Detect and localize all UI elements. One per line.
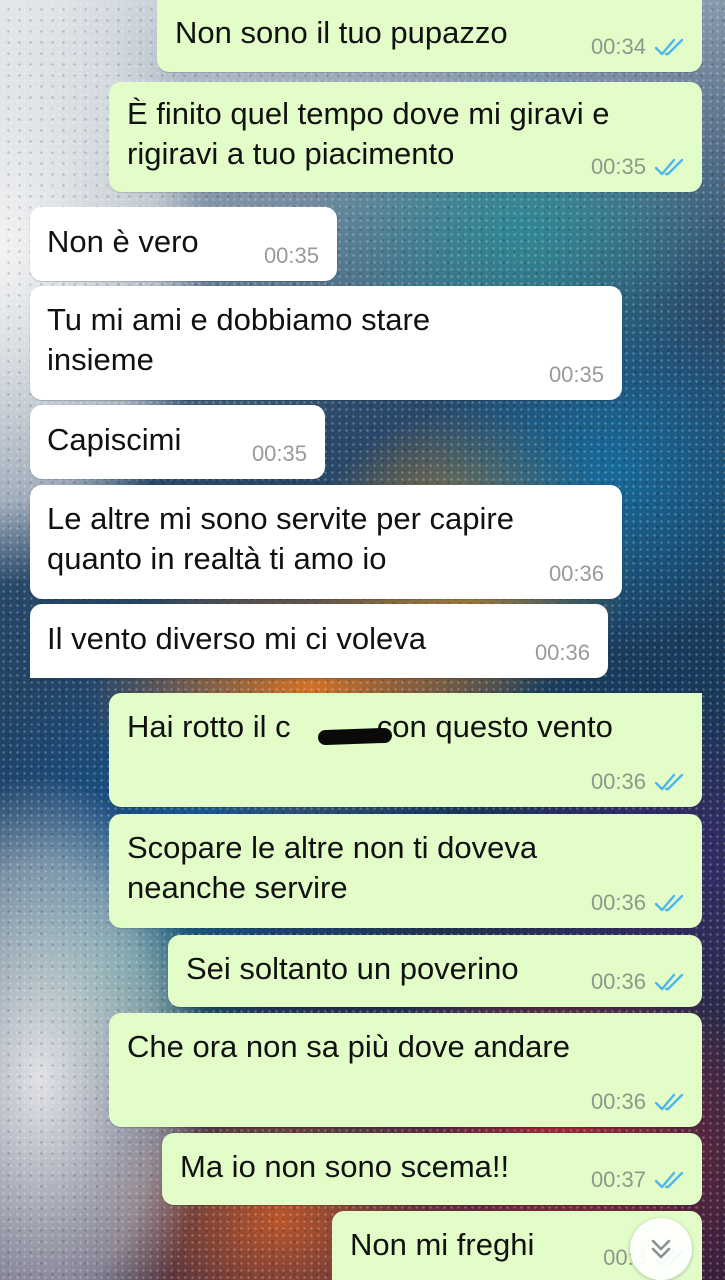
- double-check-icon: [654, 38, 684, 56]
- message-meta: 00:35: [252, 441, 307, 467]
- message-bubble-outgoing[interactable]: Ma io non sono scema!! 00:37: [162, 1133, 702, 1205]
- double-check-icon: [654, 973, 684, 991]
- message-time: 00:34: [590, 34, 646, 59]
- message-time: 00:36: [590, 1089, 646, 1114]
- message-text: Il vento diverso mi ci voleva: [47, 621, 427, 656]
- message-bubble-incoming[interactable]: Le altre mi sono servite per capire quan…: [30, 485, 622, 599]
- message-text: Capiscimi: [47, 422, 182, 457]
- redaction-scribble: [317, 727, 393, 746]
- chevron-double-down-icon: [651, 1239, 671, 1259]
- message-meta: 00:36: [549, 561, 604, 587]
- scroll-to-bottom-button[interactable]: [630, 1218, 692, 1280]
- message-meta: 00:34: [591, 34, 686, 60]
- message-bubble-outgoing[interactable]: Sei soltanto un poverino 00:36: [168, 935, 702, 1007]
- message-time: 00:36: [590, 769, 646, 794]
- message-bubble-outgoing[interactable]: Scopare le altre non ti doveva neanche s…: [109, 814, 702, 928]
- message-meta: 00:35: [549, 362, 604, 388]
- message-bubble-incoming[interactable]: Non è vero 00:35: [30, 207, 337, 281]
- double-check-icon: [654, 1093, 684, 1111]
- message-bubble-outgoing[interactable]: È finito quel tempo dove mi giravi e rig…: [109, 82, 702, 192]
- message-bubble-incoming[interactable]: Tu mi ami e dobbiamo stare insieme 00:35: [30, 286, 622, 400]
- message-text: Sei soltanto un poverino: [186, 951, 519, 986]
- message-time: 00:37: [590, 1167, 646, 1192]
- message-bubble-incoming[interactable]: Il vento diverso mi ci voleva 00:36: [30, 604, 608, 678]
- double-check-icon: [654, 894, 684, 912]
- message-time: 00:36: [590, 890, 646, 915]
- message-meta: 00:36: [535, 640, 590, 666]
- message-bubble-outgoing[interactable]: Che ora non sa più dove andare 00:36: [109, 1013, 702, 1127]
- message-text: Non mi freghi: [350, 1227, 535, 1262]
- message-text: È finito quel tempo dove mi giravi e rig…: [127, 96, 610, 171]
- message-time: 00:35: [590, 154, 646, 179]
- double-check-icon: [654, 1171, 684, 1189]
- message-text: Non sono il tuo pupazzo: [175, 15, 508, 50]
- double-check-icon: [654, 158, 684, 176]
- message-bubble-incoming[interactable]: Capiscimi 00:35: [30, 405, 325, 479]
- message-meta: 00:36: [591, 890, 686, 916]
- message-time: 00:35: [548, 362, 604, 387]
- message-text: Tu mi ami e dobbiamo stare insieme: [47, 302, 431, 377]
- double-check-icon: [654, 773, 684, 791]
- message-meta: 00:35: [591, 154, 686, 180]
- message-time: 00:36: [534, 640, 590, 665]
- message-text: Non è vero: [47, 224, 199, 259]
- message-time: 00:35: [251, 441, 307, 466]
- message-text: Ma io non sono scema!!: [180, 1149, 510, 1184]
- message-meta: 00:36: [591, 769, 686, 795]
- message-meta: 00:36: [591, 1089, 686, 1115]
- message-meta: 00:37: [591, 1167, 686, 1193]
- message-text: Scopare le altre non ti doveva neanche s…: [127, 830, 538, 905]
- message-time: 00:35: [263, 243, 319, 268]
- message-text: Le altre mi sono servite per capire quan…: [47, 501, 514, 576]
- message-bubble-outgoing[interactable]: Non sono il tuo pupazzo 00:34: [157, 0, 702, 72]
- message-time: 00:36: [548, 561, 604, 586]
- message-meta: 00:36: [591, 969, 686, 995]
- message-time: 00:36: [590, 969, 646, 994]
- message-text: Che ora non sa più dove andare: [127, 1029, 570, 1064]
- message-bubble-outgoing[interactable]: Hai rotto il c con questo vento 00:36: [109, 693, 702, 807]
- message-meta: 00:35: [264, 243, 319, 269]
